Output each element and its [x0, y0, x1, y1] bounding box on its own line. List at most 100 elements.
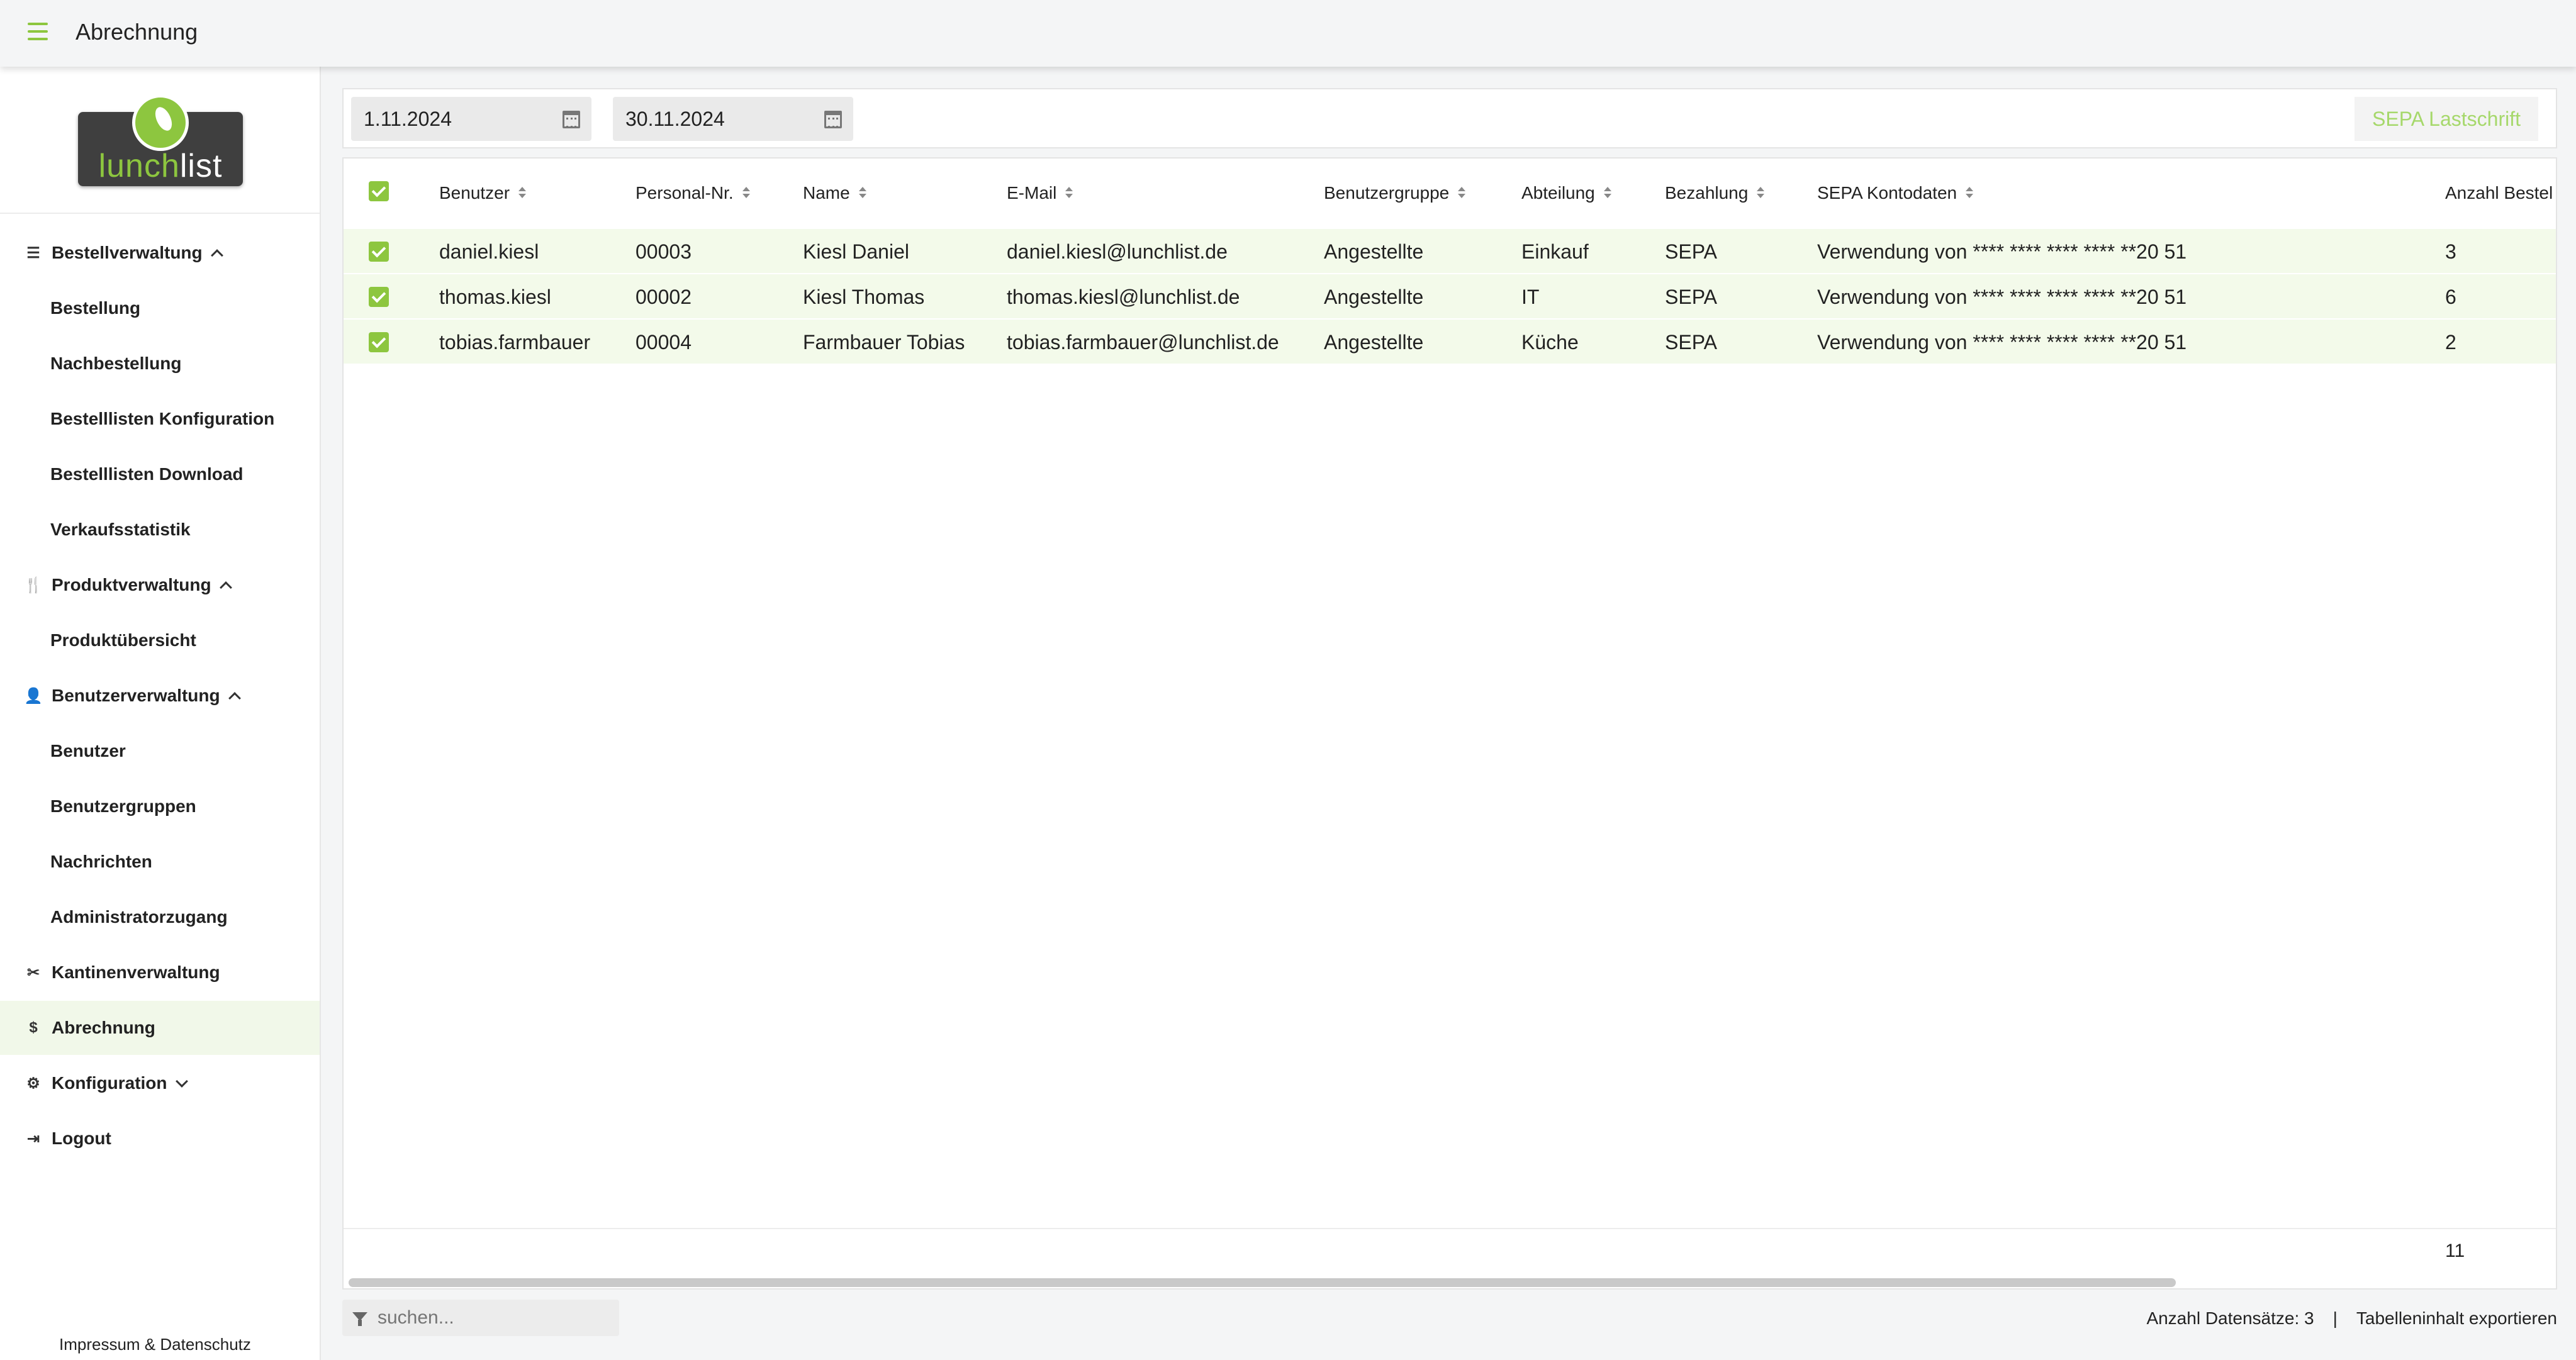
- sort-icon[interactable]: [742, 187, 750, 199]
- table-cell: Einkauf: [1521, 240, 1589, 263]
- page-title: Abrechnung: [76, 19, 198, 45]
- sidebar-item-bestelllisten-konfiguration[interactable]: Bestelllisten Konfiguration: [0, 392, 320, 446]
- search-input[interactable]: [378, 1305, 610, 1331]
- column-header[interactable]: E-Mail: [1007, 159, 1073, 228]
- table-cell: daniel.kiesl@lunchlist.de: [1007, 240, 1228, 263]
- sort-icon[interactable]: [1065, 187, 1073, 199]
- calendar-icon[interactable]: [824, 111, 842, 128]
- table-cell: SEPA: [1665, 285, 1717, 308]
- search-field[interactable]: [342, 1300, 619, 1336]
- date-to-value: 30.11.2024: [625, 107, 725, 130]
- sidebar-item-logout[interactable]: ⇥ Logout: [0, 1112, 320, 1166]
- table-cell: SEPA: [1665, 240, 1717, 263]
- sidebar-item-bestelllisten-download[interactable]: Bestelllisten Download: [0, 447, 320, 501]
- table-cell: Angestellte: [1324, 285, 1424, 308]
- top-header: Abrechnung: [0, 0, 2576, 67]
- sidebar-item-produktübersicht[interactable]: Produktübersicht: [0, 613, 320, 667]
- sidebar-item-administratorzugang[interactable]: Administratorzugang: [0, 890, 320, 944]
- total-orders-value: 11: [2445, 1240, 2465, 1261]
- sidebar-item-abrechnung[interactable]: $ Abrechnung: [0, 1001, 320, 1055]
- table-cell: 00002: [636, 285, 692, 308]
- table-cell: SEPA: [1665, 330, 1717, 354]
- logo-text-list: list: [179, 148, 223, 184]
- sidebar-item-label: Konfiguration: [52, 1073, 167, 1093]
- sort-icon[interactable]: [518, 187, 527, 199]
- table-cell: tobias.farmbauer: [439, 330, 591, 354]
- impressum-link[interactable]: Impressum & Datenschutz: [59, 1335, 251, 1354]
- sidebar-item-label: Logout: [52, 1129, 111, 1148]
- sidebar-item-bestellverwaltung[interactable]: ☰ Bestellverwaltung: [0, 226, 320, 280]
- column-header[interactable]: Bezahlung: [1665, 159, 1765, 228]
- cutlery-icon: 🍴: [24, 576, 43, 594]
- table-cell: 2: [2445, 330, 2456, 354]
- table-cell: thomas.kiesl: [439, 285, 551, 308]
- table-cell: daniel.kiesl: [439, 240, 539, 263]
- column-header[interactable]: Abteilung: [1521, 159, 1611, 228]
- record-count: Anzahl Datensätze: 3: [2146, 1308, 2314, 1328]
- sort-icon[interactable]: [858, 187, 866, 199]
- hamburger-menu-icon[interactable]: [28, 23, 48, 40]
- sidebar-item-kantinenverwaltung[interactable]: ✂ Kantinenverwaltung: [0, 945, 320, 1000]
- sidebar-item-label: Bestelllisten Download: [50, 464, 244, 484]
- table-cell: Angestellte: [1324, 240, 1424, 263]
- row-checkbox[interactable]: [369, 332, 389, 352]
- table-row[interactable]: daniel.kiesl 00003 Kiesl Daniel daniel.kies…: [344, 228, 2556, 273]
- table-cell: 00004: [636, 330, 692, 354]
- export-table-link[interactable]: Tabelleninhalt exportieren: [2356, 1308, 2557, 1329]
- table-cell: tobias.farmbauer@lunchlist.de: [1007, 330, 1279, 354]
- column-header-label: Benutzer: [439, 183, 510, 203]
- horizontal-scrollbar[interactable]: [349, 1278, 2176, 1287]
- date-from-field[interactable]: 1.11.2024: [351, 97, 591, 141]
- chevron-up-icon: [210, 249, 223, 262]
- sidebar-item-label: Bestellverwaltung: [52, 243, 203, 262]
- table-header: Benutzer Personal-Nr. Name E-Mail Benutzergr…: [344, 159, 2556, 228]
- sidebar-item-label: Bestelllisten Konfiguration: [50, 409, 275, 428]
- table-row[interactable]: tobias.farmbauer 00004 Farmbauer Tobias tob…: [344, 318, 2556, 364]
- sort-icon[interactable]: [1757, 187, 1765, 199]
- table-cell: Verwendung von **** **** **** **** **20 …: [1817, 285, 2187, 308]
- sidebar-item-konfiguration[interactable]: ⚙ Konfiguration: [0, 1056, 320, 1110]
- select-all-checkbox[interactable]: [369, 181, 389, 201]
- sort-icon[interactable]: [1458, 187, 1466, 199]
- table-row[interactable]: thomas.kiesl 00002 Kiesl Thomas thomas.kies…: [344, 273, 2556, 318]
- sidebar-item-verkaufsstatistik[interactable]: Verkaufsstatistik: [0, 503, 320, 557]
- column-header[interactable]: Anzahl Bestel: [2445, 159, 2553, 228]
- sidebar-item-benutzerverwaltung[interactable]: 👤 Benutzerverwaltung: [0, 669, 320, 723]
- table-cell: Kiesl Daniel: [803, 240, 909, 263]
- calendar-icon[interactable]: [563, 111, 580, 128]
- dollar-icon: $: [29, 1019, 38, 1036]
- column-header-label: Bezahlung: [1665, 183, 1749, 203]
- user-icon: 👤: [24, 687, 43, 705]
- sidebar-item-nachrichten[interactable]: Nachrichten: [0, 835, 320, 889]
- sidebar-item-bestellung[interactable]: Bestellung: [0, 281, 320, 335]
- column-header[interactable]: Benutzer: [439, 159, 527, 228]
- table-cell: Verwendung von **** **** **** **** **20 …: [1817, 330, 2187, 354]
- column-header[interactable]: Personal-Nr.: [636, 159, 750, 228]
- sort-icon[interactable]: [1966, 187, 1974, 199]
- column-header[interactable]: Name: [803, 159, 866, 228]
- table-cell: thomas.kiesl@lunchlist.de: [1007, 285, 1240, 308]
- status-bar: Anzahl Datensätze: 3 | Tabelleninhalt ex…: [2146, 1308, 2557, 1329]
- row-checkbox[interactable]: [369, 242, 389, 262]
- row-checkbox[interactable]: [369, 287, 389, 307]
- sidebar-item-nachbestellung[interactable]: Nachbestellung: [0, 337, 320, 391]
- table-footer: 11: [344, 1228, 2556, 1272]
- gear-icon: ⚙: [26, 1074, 40, 1092]
- billing-table: Benutzer Personal-Nr. Name E-Mail Benutzergr…: [342, 157, 2557, 1290]
- table-cell: 00003: [636, 240, 692, 263]
- column-header-label: Benutzergruppe: [1324, 183, 1450, 203]
- sidebar-item-benutzer[interactable]: Benutzer: [0, 724, 320, 778]
- lunchlist-logo: lunchlist: [78, 94, 243, 189]
- table-cell: Angestellte: [1324, 330, 1424, 354]
- table-cell: Verwendung von **** **** **** **** **20 …: [1817, 240, 2187, 263]
- sidebar-item-benutzergruppen[interactable]: Benutzergruppen: [0, 779, 320, 833]
- date-to-field[interactable]: 30.11.2024: [613, 97, 853, 141]
- column-header[interactable]: SEPA Kontodaten: [1817, 159, 1974, 228]
- sepa-lastschrift-button[interactable]: SEPA Lastschrift: [2355, 97, 2538, 141]
- column-header-label: Personal-Nr.: [636, 183, 734, 203]
- column-header[interactable]: Benutzergruppe: [1324, 159, 1466, 228]
- sidebar-item-label: Benutzergruppen: [50, 796, 196, 816]
- logout-icon: ⇥: [26, 1130, 40, 1147]
- sidebar-item-produktverwaltung[interactable]: 🍴 Produktverwaltung: [0, 558, 320, 612]
- sort-icon[interactable]: [1603, 187, 1611, 199]
